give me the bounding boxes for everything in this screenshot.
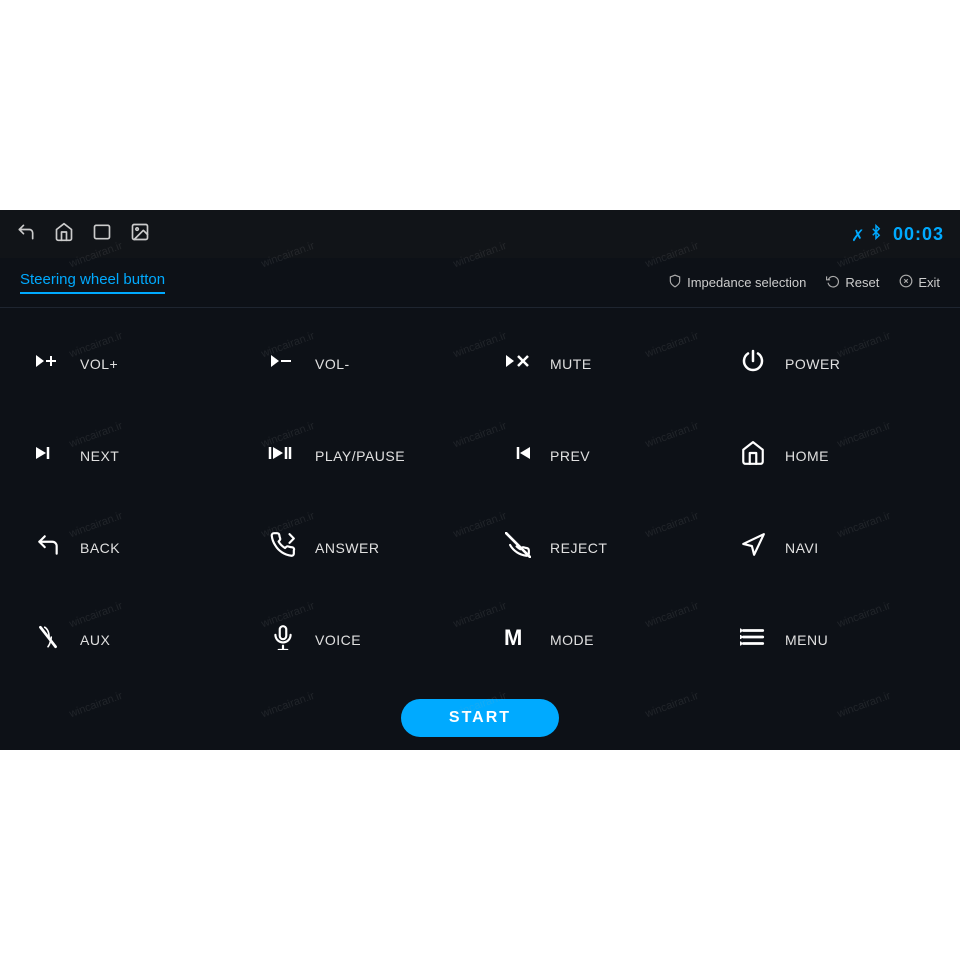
- voice-button[interactable]: VOICE: [245, 594, 480, 686]
- reset-action[interactable]: Reset: [826, 274, 879, 291]
- answer-button[interactable]: ANSWER: [245, 502, 480, 594]
- mute-icon: [500, 349, 536, 379]
- play-pause-icon: [265, 441, 301, 471]
- prev-label: PREV: [550, 448, 590, 464]
- menu-label: MENU: [785, 632, 828, 648]
- bottom-bar: START: [0, 686, 960, 750]
- reject-icon: [500, 532, 536, 564]
- next-icon: [30, 441, 66, 471]
- vol-plus-icon: [30, 349, 66, 379]
- reject-button[interactable]: REJECT: [480, 502, 715, 594]
- navi-icon: [735, 532, 771, 564]
- buttons-grid: VOL+ VOL-: [0, 318, 960, 686]
- impedance-selection-action[interactable]: Impedance selection: [668, 274, 806, 291]
- back-btn-icon: [30, 532, 66, 564]
- answer-icon: [265, 532, 301, 564]
- mode-icon: M: [500, 625, 536, 655]
- aux-button[interactable]: AUX: [10, 594, 245, 686]
- main-content: VOL+ VOL-: [0, 308, 960, 686]
- home-label: HOME: [785, 448, 829, 464]
- time-display: 00:03: [893, 224, 944, 245]
- aux-label: AUX: [80, 632, 110, 648]
- vol-plus-label: VOL+: [80, 356, 118, 372]
- navi-label: NAVI: [785, 540, 819, 556]
- mode-button[interactable]: M MODE: [480, 594, 715, 686]
- back-button[interactable]: BACK: [10, 502, 245, 594]
- vol-minus-icon: [265, 349, 301, 379]
- power-label: POWER: [785, 356, 840, 372]
- mute-label: MUTE: [550, 356, 592, 372]
- vol-plus-button[interactable]: VOL+: [10, 318, 245, 410]
- voice-icon: [265, 624, 301, 656]
- home-btn-icon: [735, 440, 771, 472]
- prev-icon: [500, 441, 536, 471]
- prev-button[interactable]: PREV: [480, 410, 715, 502]
- page-title: Steering wheel button: [20, 271, 165, 294]
- bluetooth-icon: ✗: [851, 223, 883, 246]
- home-button[interactable]: HOME: [715, 410, 950, 502]
- exit-icon: [899, 274, 913, 291]
- menu-icon: [735, 624, 771, 656]
- power-button[interactable]: POWER: [715, 318, 950, 410]
- back-icon[interactable]: [16, 222, 36, 247]
- next-button[interactable]: NEXT: [10, 410, 245, 502]
- reset-label: Reset: [845, 275, 879, 290]
- back-label: BACK: [80, 540, 120, 556]
- next-label: NEXT: [80, 448, 119, 464]
- nav-icons: [16, 222, 150, 247]
- windows-icon[interactable]: [92, 222, 112, 247]
- top-bar: ✗ 00:03: [0, 210, 960, 258]
- exit-action[interactable]: Exit: [899, 274, 940, 291]
- mute-button[interactable]: MUTE: [480, 318, 715, 410]
- svg-text:M: M: [504, 625, 522, 649]
- device-frame: wincairan.irwincairan.irwincairan.irwinc…: [0, 210, 960, 750]
- answer-label: ANSWER: [315, 540, 379, 556]
- power-icon: [735, 348, 771, 380]
- start-button[interactable]: START: [401, 699, 559, 737]
- menu-button[interactable]: MENU: [715, 594, 950, 686]
- play-pause-label: PLAY/PAUSE: [315, 448, 405, 464]
- reject-label: REJECT: [550, 540, 607, 556]
- sub-header: Steering wheel button Impedance selectio…: [0, 258, 960, 308]
- image-icon[interactable]: [130, 222, 150, 247]
- reset-icon: [826, 274, 840, 291]
- aux-icon: [30, 624, 66, 656]
- home-nav-icon[interactable]: [54, 222, 74, 247]
- mode-label: MODE: [550, 632, 594, 648]
- top-bar-right: ✗ 00:03: [851, 223, 944, 246]
- vol-minus-button[interactable]: VOL-: [245, 318, 480, 410]
- vol-minus-label: VOL-: [315, 356, 350, 372]
- impedance-label: Impedance selection: [687, 275, 806, 290]
- play-pause-button[interactable]: PLAY/PAUSE: [245, 410, 480, 502]
- navi-button[interactable]: NAVI: [715, 502, 950, 594]
- header-actions: Impedance selection Reset: [668, 274, 940, 291]
- shield-icon: [668, 274, 682, 291]
- voice-label: VOICE: [315, 632, 361, 648]
- exit-label: Exit: [918, 275, 940, 290]
